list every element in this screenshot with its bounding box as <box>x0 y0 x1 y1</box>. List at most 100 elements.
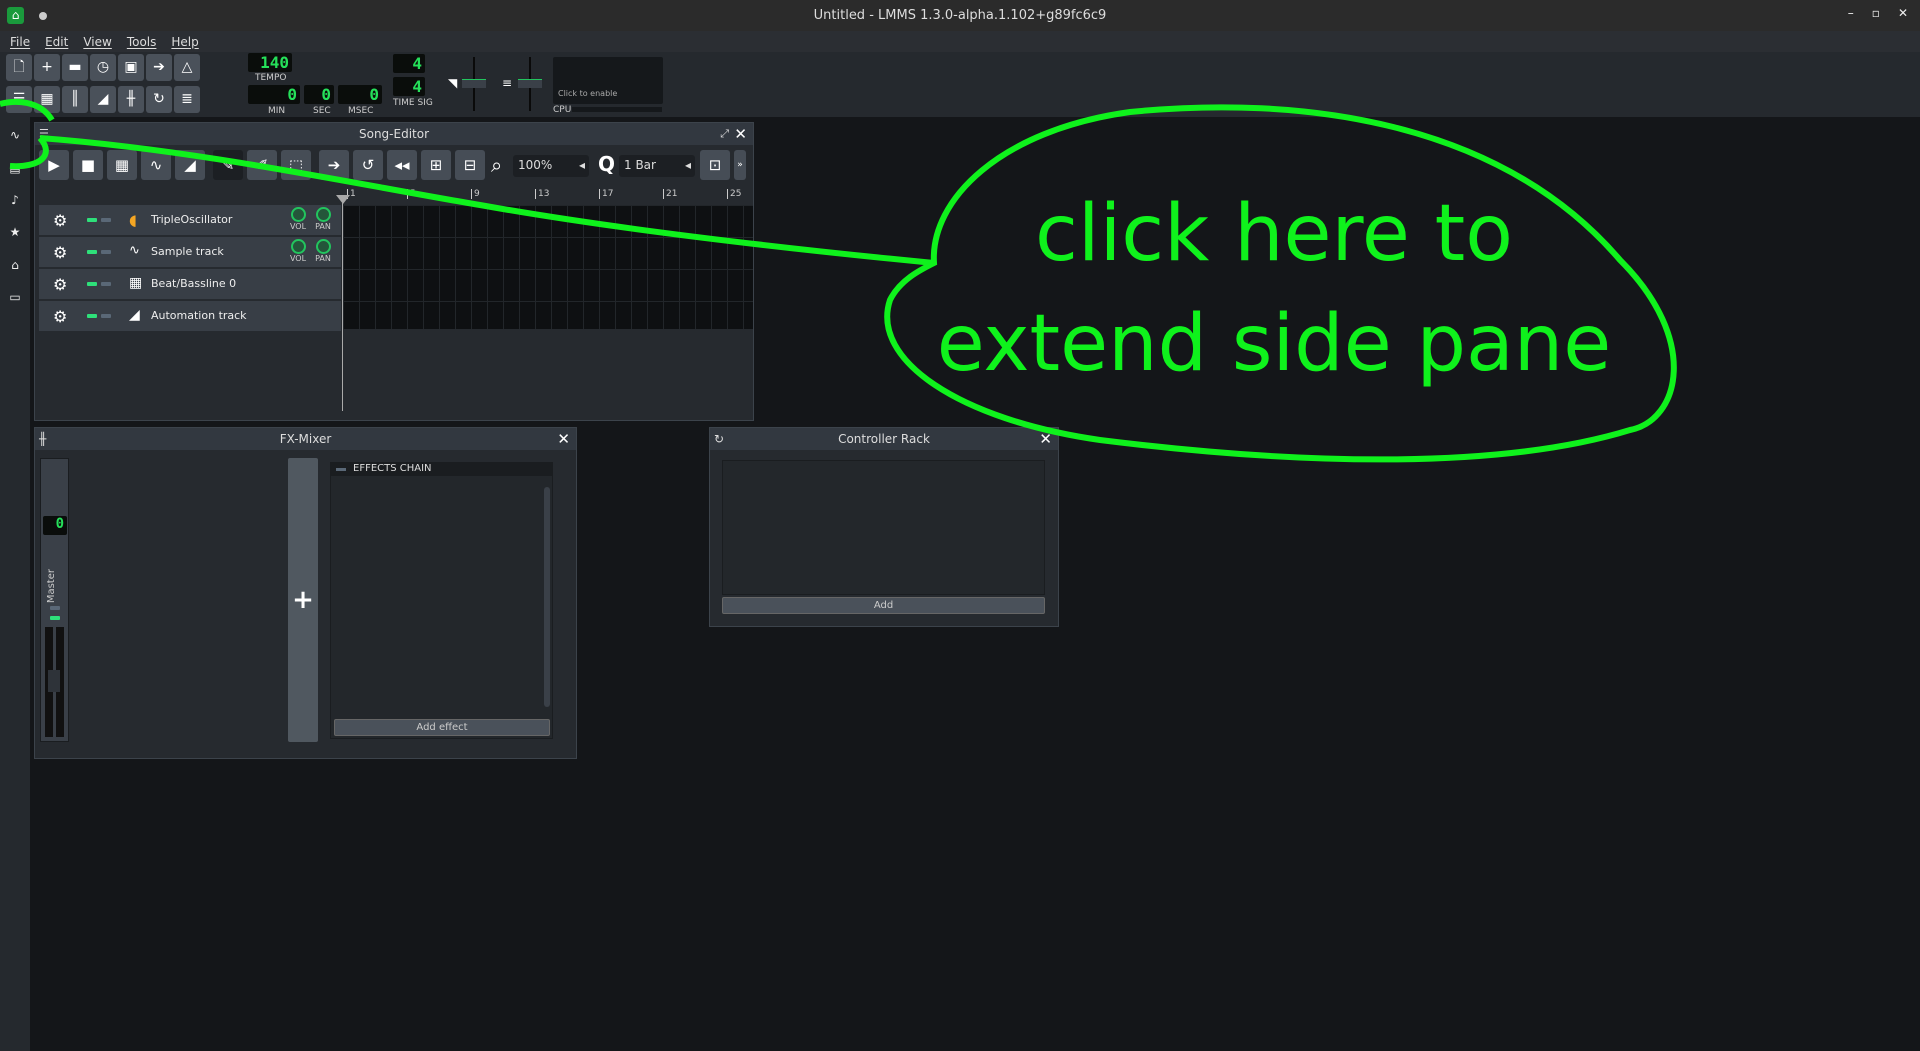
home-folder-icon[interactable]: ⌂ <box>7 258 23 274</box>
my-samples-icon[interactable]: ♪ <box>7 193 23 209</box>
project-notes-icon[interactable]: ≣ <box>174 86 200 113</box>
gear-icon[interactable]: ⚙ <box>53 211 67 230</box>
menu-file[interactable]: File <box>10 35 30 49</box>
quantize-value: 1 Bar <box>624 158 656 172</box>
add-effect-button[interactable]: Add effect <box>334 719 550 736</box>
playhead-marker[interactable] <box>336 195 350 204</box>
minimize-button[interactable]: – <box>1848 6 1854 20</box>
timeline-ruler[interactable]: 1 5 9 13 17 21 25 <box>343 185 753 205</box>
track-row[interactable]: ⚙ ▦ Beat/Bassline 0 <box>39 269 341 300</box>
effects-chain-label: EFFECTS CHAIN <box>353 463 432 474</box>
close-icon[interactable]: ✕ <box>557 428 570 450</box>
metronome-icon[interactable]: △ <box>174 54 200 81</box>
add-channel-button[interactable]: + <box>288 458 318 742</box>
track-name: Sample track <box>151 245 224 258</box>
close-button[interactable]: ✕ <box>1898 6 1908 20</box>
cpu-graph[interactable]: Click to enable <box>553 57 663 104</box>
song-editor-icon[interactable]: ☰ <box>6 86 32 113</box>
edit-mode-button[interactable]: ✐ <box>247 150 277 180</box>
track-row[interactable]: ⚙ ∿ Sample track VOL PAN <box>39 237 341 268</box>
beat-bassline-icon[interactable]: ▦ <box>34 86 60 113</box>
gear-icon[interactable]: ⚙ <box>53 243 67 262</box>
menu-tools[interactable]: Tools <box>127 35 157 49</box>
auto-scroll-button[interactable]: ➔ <box>319 150 349 180</box>
close-icon[interactable]: ✕ <box>734 123 747 145</box>
recent-projects-icon[interactable]: ◷ <box>90 54 116 81</box>
timesig-denominator[interactable]: 4 <box>393 77 425 96</box>
menu-view[interactable]: View <box>83 35 111 49</box>
gear-icon[interactable]: ⚙ <box>53 275 67 294</box>
scrollbar[interactable] <box>544 487 550 707</box>
add-automation-track-button[interactable]: ◢ <box>175 150 205 180</box>
master-volume-handle[interactable] <box>462 79 486 88</box>
computer-icon[interactable]: ▭ <box>7 290 23 306</box>
maximize-icon[interactable]: ⤢ <box>720 123 729 145</box>
add-beat-bassline-button[interactable]: ▦ <box>107 150 137 180</box>
track-row[interactable]: ⚙ ◖ TripleOscillator VOL PAN <box>39 205 341 236</box>
annotation-ellipse <box>884 104 1677 463</box>
quantize-select[interactable]: 1 Bar ◂ <box>619 155 695 177</box>
my-presets-icon[interactable]: ★ <box>7 225 23 241</box>
mute-led[interactable] <box>87 314 97 318</box>
menu-help[interactable]: Help <box>171 35 198 49</box>
timesig-numerator[interactable]: 4 <box>393 54 425 73</box>
play-button[interactable]: ▶ <box>39 150 69 180</box>
loop-points-button[interactable]: ↺ <box>353 150 383 180</box>
master-channel-strip[interactable]: 0 Master <box>40 458 69 742</box>
zoom-select[interactable]: 100% ◂ <box>513 155 589 177</box>
controller-rack-titlebar[interactable]: ↻ Controller Rack ✕ <box>710 428 1058 450</box>
stop-button[interactable]: ■ <box>73 150 103 180</box>
gear-icon[interactable]: ⚙ <box>53 307 67 326</box>
volume-knob[interactable]: VOL <box>289 239 307 267</box>
export-project-icon[interactable]: ➔ <box>146 54 172 81</box>
solo-led[interactable] <box>101 314 111 318</box>
pattern-grid[interactable] <box>343 205 753 329</box>
stop-behaviour-button[interactable]: ◂◂ <box>387 150 417 180</box>
fx-mixer-icon[interactable]: ╫ <box>118 86 144 113</box>
mute-led[interactable] <box>87 282 97 286</box>
solo-led[interactable] <box>101 250 111 254</box>
menu-edit[interactable]: Edit <box>45 35 68 49</box>
new-project-icon[interactable]: 🗋 <box>6 54 32 81</box>
remove-bar-button[interactable]: ⊟ <box>455 150 485 180</box>
song-editor-titlebar[interactable]: ☰ Song-Editor ⤢ ✕ <box>35 123 753 145</box>
fx-mixer-window: ╫ FX-Mixer ✕ 0 Master + EFFECTS CHAIN Ad… <box>34 427 577 759</box>
controller-rack-icon[interactable]: ↻ <box>146 86 172 113</box>
solo-led[interactable] <box>101 282 111 286</box>
add-sample-track-button[interactable]: ∿ <box>141 150 171 180</box>
volume-knob[interactable]: VOL <box>289 207 307 235</box>
timesig-label: TIME SIG <box>393 98 433 108</box>
insert-bar-button[interactable]: ⊞ <box>421 150 451 180</box>
mute-led[interactable] <box>87 250 97 254</box>
song-editor-icon: ☰ <box>39 127 49 140</box>
maximize-button[interactable]: ▫ <box>1872 6 1880 20</box>
tempo-display[interactable]: 140 <box>248 53 292 72</box>
pan-knob[interactable]: PAN <box>314 207 332 235</box>
effects-enable-led[interactable] <box>336 468 346 471</box>
fader-handle[interactable] <box>48 670 60 692</box>
save-project-icon[interactable]: ▣ <box>118 54 144 81</box>
fx-mixer-titlebar[interactable]: ╫ FX-Mixer ✕ <box>35 428 576 450</box>
song-editor-title: Song-Editor <box>358 127 430 141</box>
track-row[interactable]: ⚙ ◢ Automation track <box>39 301 341 332</box>
piano-roll-icon[interactable]: ║ <box>62 86 88 113</box>
solo-led[interactable] <box>50 606 60 610</box>
mute-led[interactable] <box>50 616 60 620</box>
sec-display: 0 <box>304 85 334 104</box>
open-project-icon[interactable]: ▬ <box>62 54 88 81</box>
my-projects-icon[interactable]: ▤ <box>7 161 23 177</box>
close-icon[interactable]: ✕ <box>1039 428 1052 450</box>
master-pitch-handle[interactable] <box>518 79 542 88</box>
select-mode-button[interactable]: ⬚ <box>281 150 311 180</box>
pan-knob[interactable]: PAN <box>314 239 332 267</box>
add-controller-button[interactable]: Add <box>722 597 1045 614</box>
instrument-plugins-icon[interactable]: ∿ <box>7 128 23 144</box>
zoom-fit-button[interactable]: ⊡ <box>700 150 730 180</box>
new-from-template-icon[interactable]: + <box>34 54 60 81</box>
automation-editor-icon[interactable]: ◢ <box>90 86 116 113</box>
draw-mode-button[interactable]: ✎ <box>213 150 243 180</box>
toolbar-overflow-button[interactable]: » <box>734 150 746 180</box>
solo-led[interactable] <box>101 218 111 222</box>
controller-rack-window: ↻ Controller Rack ✕ Add <box>709 427 1059 627</box>
mute-led[interactable] <box>87 218 97 222</box>
